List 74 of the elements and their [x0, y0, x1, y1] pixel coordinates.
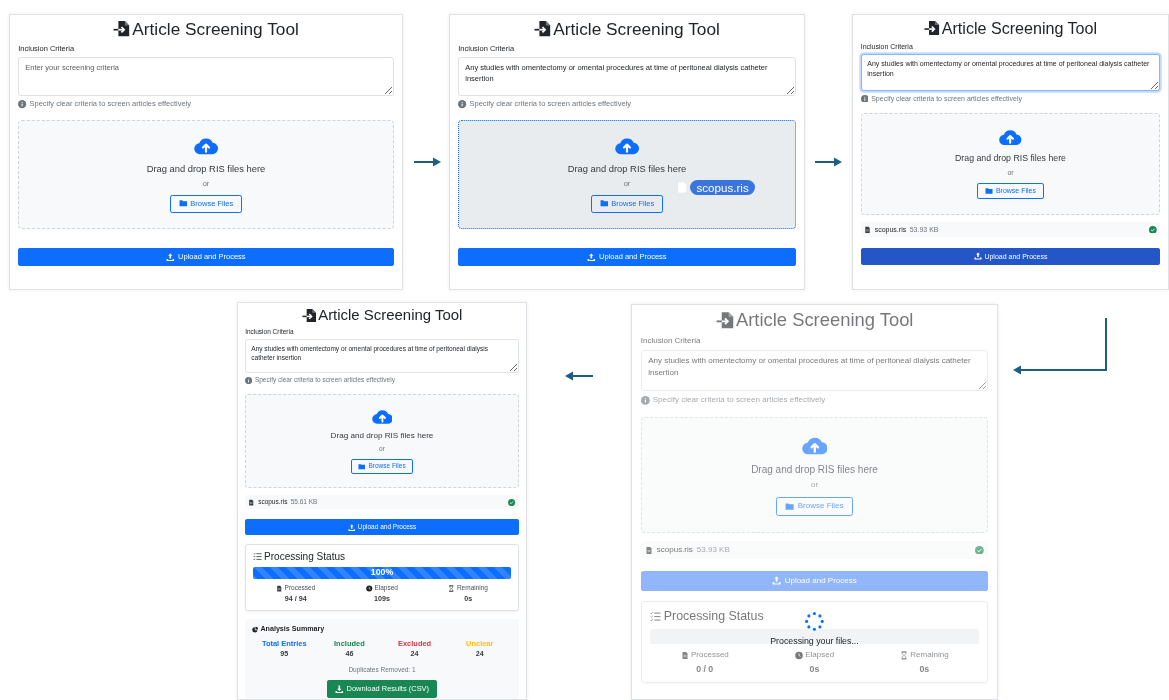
file-import-icon — [301, 307, 317, 323]
drop-zone[interactable]: Drag and drop RIS files here or Browse Files — [640, 417, 989, 534]
file-icon — [276, 584, 283, 592]
info-icon — [640, 396, 650, 405]
app-title: Article Screening Tool — [553, 18, 720, 40]
stat-label: Elapsed — [805, 649, 835, 661]
stat-value: 0s — [809, 663, 820, 676]
status-title: Processing Status — [264, 550, 346, 564]
upload-icon — [166, 252, 176, 262]
file-import-icon — [923, 20, 940, 37]
or-text: or — [810, 479, 819, 491]
cloud-upload-icon — [371, 408, 393, 425]
upload-icon — [587, 252, 597, 262]
status-title: Processing Status — [663, 608, 764, 626]
clock-icon — [794, 650, 803, 660]
pie-chart-icon — [251, 625, 259, 633]
upload-icon — [347, 523, 356, 531]
file-icon — [677, 181, 688, 194]
app-title: Article Screening Tool — [132, 18, 299, 40]
info-icon — [458, 100, 467, 109]
hourglass-icon — [448, 584, 455, 592]
flow-arrow — [565, 371, 594, 381]
stat-value: 0s — [919, 663, 930, 676]
hourglass-icon — [899, 650, 908, 660]
check-circle-icon — [508, 498, 516, 506]
cloud-upload-icon — [615, 136, 639, 156]
list-check-icon — [252, 552, 262, 562]
check-circle-icon — [975, 545, 985, 555]
stat-label: Remaining — [910, 649, 949, 661]
drop-zone-text: Drag and drop RIS files here — [751, 462, 878, 476]
loading-spinner-icon — [804, 611, 825, 633]
app-title: Article Screening Tool — [941, 18, 1098, 38]
folder-icon — [358, 462, 366, 471]
file-import-icon — [715, 310, 734, 330]
stat-label: Processed — [691, 649, 729, 661]
loading-text: Processing your files... — [770, 636, 859, 649]
drop-zone-text: Drag and drop RIS files here — [330, 430, 434, 442]
check-circle-icon — [1149, 225, 1157, 234]
file-import-icon — [113, 20, 131, 38]
file-import-icon — [534, 20, 552, 38]
flow-arrow — [413, 157, 441, 167]
info-icon — [245, 376, 253, 385]
drop-zone-text: Drag and drop RIS files here — [146, 162, 266, 176]
file-size: 53.93 KB — [696, 544, 730, 556]
progress-fill: 100% — [252, 566, 512, 579]
file-name: scopus.ris — [656, 544, 693, 556]
file-icon — [680, 650, 689, 660]
folder-icon — [599, 199, 609, 208]
app-title: Article Screening Tool — [318, 306, 463, 325]
file-icon — [644, 545, 653, 555]
file-icon — [248, 498, 255, 506]
hint-text: Specify clear criteria to screen articles effectively — [652, 395, 826, 406]
dragged-file-name: scopus.ris — [690, 179, 756, 196]
cloud-upload-icon — [194, 136, 218, 156]
stat-value: 0 / 0 — [696, 663, 714, 676]
download-icon — [334, 684, 344, 694]
clock-icon — [366, 584, 373, 592]
upload-icon — [973, 252, 982, 261]
criteria-field[interactable]: Any studies with omentectomy or omental procedures at time of peritoneal dialysis catheter insertion — [640, 349, 989, 392]
list-check-icon — [649, 611, 661, 623]
info-icon — [860, 94, 869, 103]
browse-button[interactable]: Browse Files — [776, 496, 853, 516]
cloud-upload-icon — [999, 128, 1022, 147]
folder-icon — [785, 501, 795, 511]
file-icon — [864, 225, 872, 234]
upload-icon — [772, 576, 782, 586]
field-label: Inclusion Criteria — [640, 335, 701, 347]
folder-icon — [178, 199, 188, 208]
drop-zone-text: Drag and drop RIS files here — [567, 162, 687, 176]
folder-icon — [985, 186, 994, 195]
flow-arrow — [814, 157, 842, 167]
info-icon — [18, 100, 27, 109]
drop-zone-text: Drag and drop RIS files here — [955, 152, 1066, 165]
app-title: Article Screening Tool — [735, 309, 914, 332]
